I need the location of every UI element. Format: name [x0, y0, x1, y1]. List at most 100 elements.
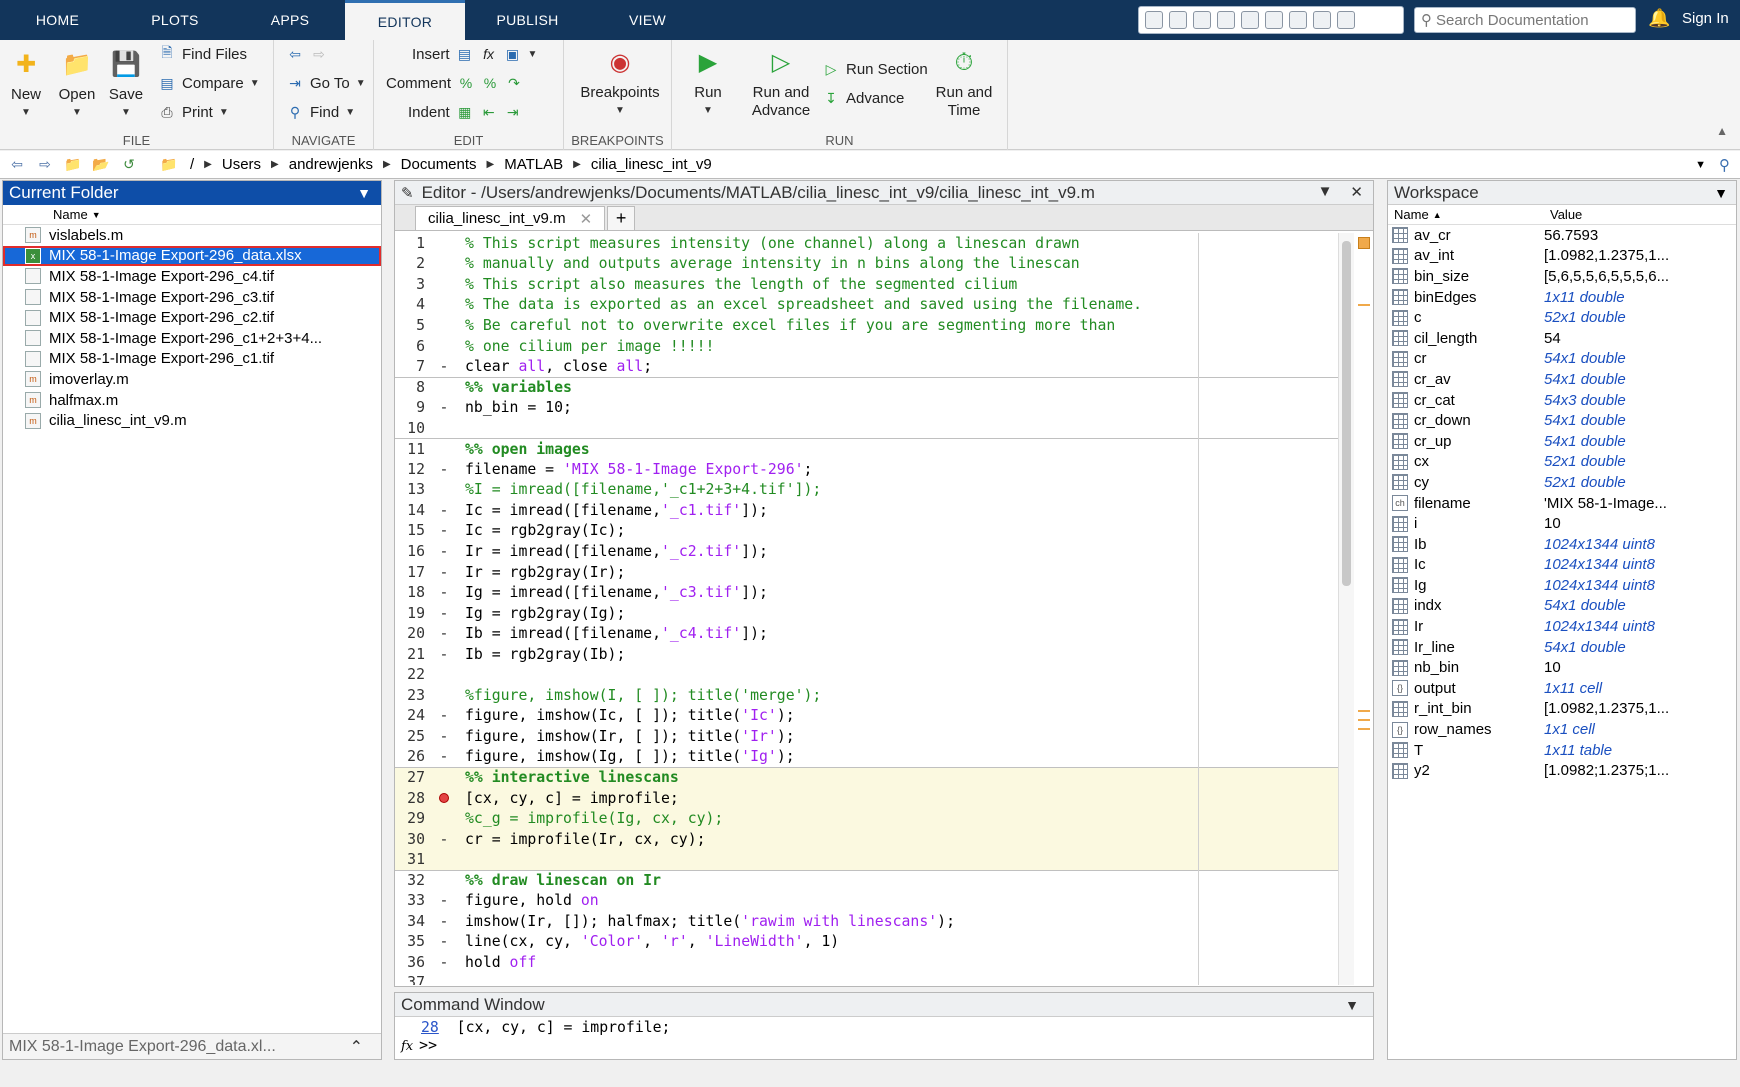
breakpoint-gutter[interactable]: -: [425, 502, 463, 519]
workspace-variable-row[interactable]: cx 52x1 double: [1388, 452, 1736, 473]
code-line[interactable]: 12- filename = 'MIX 58-1-Image Export-296…: [395, 459, 1338, 480]
line-number[interactable]: 34: [395, 913, 425, 930]
line-number[interactable]: 37: [395, 974, 425, 985]
line-number[interactable]: 27: [395, 769, 425, 786]
file-list-item[interactable]: x MIX 58-1-Image Export-296_data.xlsx: [3, 245, 381, 267]
code-line[interactable]: 34- imshow(Ir, []); halfmax; title('rawim…: [395, 911, 1338, 932]
line-number[interactable]: 4: [395, 296, 425, 313]
breakpoint-dot-icon[interactable]: [439, 792, 449, 803]
code-line[interactable]: 30- cr = improfile(Ir, cx, cy);: [395, 828, 1338, 850]
file-list-item[interactable]: MIX 58-1-Image Export-296_c4.tif: [3, 266, 381, 287]
undo-icon[interactable]: [1241, 11, 1259, 29]
run-and-advance-button[interactable]: ▷ Run and Advance: [744, 48, 818, 120]
breadcrumb-item[interactable]: Users: [222, 156, 261, 173]
line-number[interactable]: 2: [395, 255, 425, 272]
workspace-variable-row[interactable]: c 52x1 double: [1388, 307, 1736, 328]
tab-apps[interactable]: APPS: [235, 0, 345, 40]
line-number[interactable]: 19: [395, 605, 425, 622]
line-number[interactable]: 32: [395, 872, 425, 889]
run-section-button[interactable]: ▷ Run Section: [822, 60, 928, 78]
breadcrumb-item[interactable]: MATLAB: [504, 156, 563, 173]
file-list-item[interactable]: m cilia_linesc_int_v9.m: [3, 410, 381, 431]
insert-row[interactable]: Insert ▤ fx ▣ ▼: [412, 45, 537, 63]
breakpoint-gutter[interactable]: -: [425, 933, 463, 950]
breadcrumb-item[interactable]: cilia_linesc_int_v9: [591, 156, 712, 173]
value-column-header[interactable]: Value: [1544, 205, 1734, 224]
wrap-comment-icon[interactable]: ↷: [505, 74, 523, 92]
code-line[interactable]: 25- figure, imshow(Ir, [ ]); title('Ir');: [395, 726, 1338, 747]
breakpoint-gutter[interactable]: -: [425, 892, 463, 909]
line-number[interactable]: 21: [395, 646, 425, 663]
code-line[interactable]: 29 %c_g = improfile(Ig, cx, cy);: [395, 808, 1338, 829]
breakpoint-gutter[interactable]: -: [425, 748, 463, 765]
tab-view[interactable]: VIEW: [590, 0, 705, 40]
advance-button[interactable]: ↧ Advance: [822, 89, 904, 107]
file-list-item[interactable]: m imoverlay.m: [3, 369, 381, 390]
browse-folder-icon[interactable]: 📂: [90, 155, 112, 175]
workspace-variable-row[interactable]: {} output 1x11 cell: [1388, 678, 1736, 699]
code-line[interactable]: 14- Ic = imread([filename,'_c1.tif']);: [395, 500, 1338, 521]
breakpoint-gutter[interactable]: -: [425, 625, 463, 642]
panel-actions-icon[interactable]: ▼: [1345, 997, 1359, 1013]
file-list-item[interactable]: m halfmax.m: [3, 390, 381, 411]
line-number[interactable]: 17: [395, 564, 425, 581]
workspace-variable-row[interactable]: cr_cat 54x3 double: [1388, 390, 1736, 411]
save-icon[interactable]: [1145, 11, 1163, 29]
code-line[interactable]: 7- clear all, close all;: [395, 356, 1338, 377]
breakpoint-gutter[interactable]: -: [425, 543, 463, 560]
open-button[interactable]: 📁 Open ▼: [54, 50, 100, 122]
name-column-header[interactable]: Name ▼: [3, 205, 381, 225]
line-number[interactable]: 6: [395, 338, 425, 355]
breakpoint-gutter[interactable]: -: [425, 605, 463, 622]
line-number[interactable]: 24: [395, 707, 425, 724]
breakpoints-button[interactable]: ◉ Breakpoints ▼: [578, 48, 662, 120]
line-number[interactable]: 16: [395, 543, 425, 560]
code-line[interactable]: 32 %% draw linescan on Ir: [395, 869, 1338, 891]
line-number[interactable]: 35: [395, 933, 425, 950]
up-folder-icon[interactable]: 📁: [62, 155, 84, 175]
workspace-variable-row[interactable]: nb_bin 10: [1388, 657, 1736, 678]
workspace-variable-row[interactable]: indx 54x1 double: [1388, 596, 1736, 617]
insert-section-icon[interactable]: ▤: [456, 45, 474, 63]
line-number[interactable]: 28: [395, 790, 425, 807]
line-number[interactable]: 25: [395, 728, 425, 745]
breakpoint-icon[interactable]: [425, 790, 463, 807]
warning-marker[interactable]: [1358, 710, 1370, 712]
address-dropdown-icon[interactable]: ▼: [1695, 159, 1706, 171]
collapse-toolstrip-icon[interactable]: ▲: [1716, 124, 1728, 138]
code-line[interactable]: 9- nb_bin = 10;: [395, 397, 1338, 418]
sign-in-link[interactable]: Sign In: [1682, 10, 1729, 27]
warning-marker[interactable]: [1358, 719, 1370, 721]
line-number[interactable]: 1: [395, 235, 425, 252]
tab-editor[interactable]: EDITOR: [345, 0, 465, 40]
panel-actions-icon[interactable]: ▼: [1318, 183, 1333, 201]
code-area[interactable]: 1 % This script measures intensity (one c…: [395, 233, 1338, 985]
decrease-indent-icon[interactable]: ⇤: [480, 103, 498, 121]
code-line[interactable]: 11 %% open images: [395, 438, 1338, 459]
code-line[interactable]: 36- hold off: [395, 952, 1338, 973]
breakpoint-gutter[interactable]: -: [425, 913, 463, 930]
breakpoint-gutter[interactable]: -: [425, 954, 463, 971]
line-number[interactable]: 30: [395, 831, 425, 848]
vertical-scrollbar[interactable]: [1338, 233, 1354, 985]
indent-row[interactable]: Indent ▦ ⇤ ⇥: [408, 103, 522, 121]
breakpoint-gutter[interactable]: -: [425, 564, 463, 581]
file-list-item[interactable]: MIX 58-1-Image Export-296_c2.tif: [3, 307, 381, 328]
line-number[interactable]: 8: [395, 379, 425, 396]
code-line[interactable]: 21- Ib = rgb2gray(Ib);: [395, 644, 1338, 665]
tab-cilia-linesc-int-v9[interactable]: cilia_linesc_int_v9.m ✕: [415, 206, 606, 230]
line-number[interactable]: 7: [395, 358, 425, 375]
code-line[interactable]: 17- Ir = rgb2gray(Ir);: [395, 562, 1338, 583]
workspace-variable-row[interactable]: cy 52x1 double: [1388, 472, 1736, 493]
panel-actions-icon[interactable]: ▼: [357, 185, 371, 201]
workspace-variable-row[interactable]: binEdges 1x11 double: [1388, 287, 1736, 308]
line-number[interactable]: 31: [395, 851, 425, 868]
comment-icon[interactable]: %: [457, 74, 475, 92]
comment-row[interactable]: Comment%% ↷: [386, 74, 523, 92]
workspace-variable-row[interactable]: y2 [1.0982;1.2375;1...: [1388, 760, 1736, 781]
workspace-variable-row[interactable]: av_int [1.0982,1.2375,1...: [1388, 246, 1736, 267]
workspace-variable-row[interactable]: Ir 1024x1344 uint8: [1388, 616, 1736, 637]
line-number[interactable]: 3: [395, 276, 425, 293]
workspace-variable-row[interactable]: cil_length 54: [1388, 328, 1736, 349]
go-to-button[interactable]: ⇥ Go To ▼: [286, 74, 366, 92]
